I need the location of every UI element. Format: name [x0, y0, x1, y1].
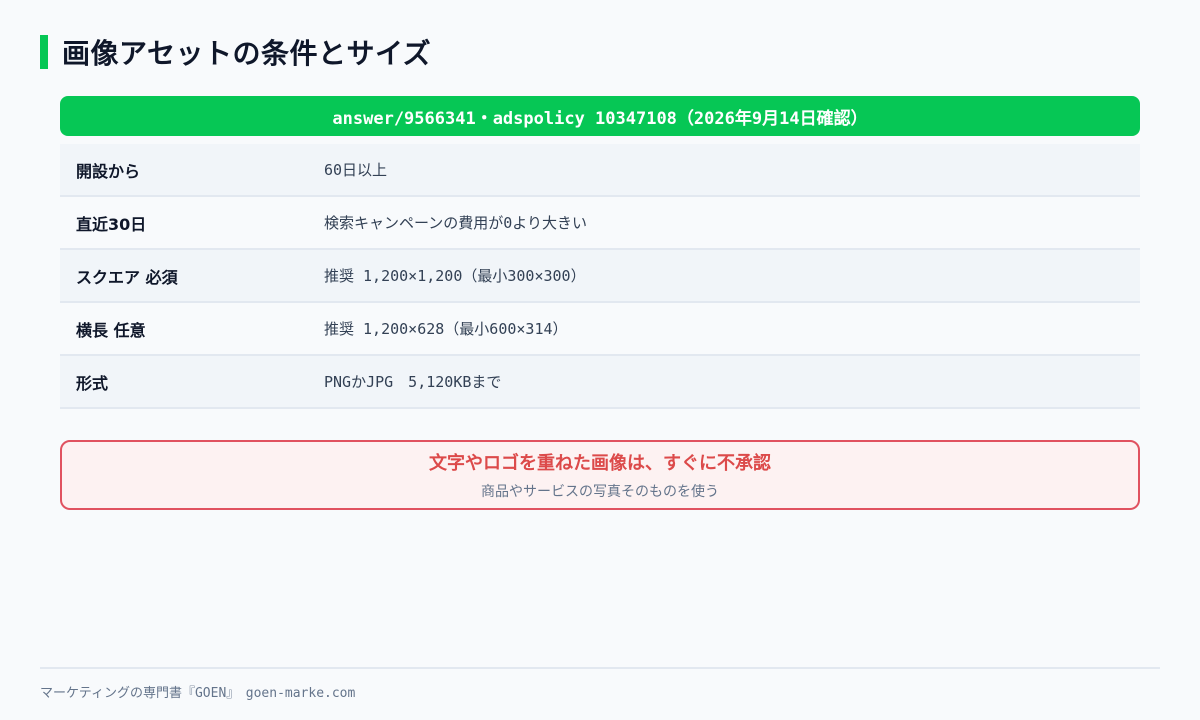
warning-callout: 文字やロゴを重ねた画像は、すぐに不承認 商品やサービスの写真そのものを使う — [60, 440, 1140, 510]
footer-divider — [40, 667, 1160, 669]
row-label: 横長 任意 — [76, 320, 146, 340]
row-value: PNGかJPG 5,120KBまで — [324, 373, 502, 391]
page-title: 画像アセットの条件とサイズ — [62, 37, 432, 70]
table-row: 直近30日 検索キャンペーンの費用が0より大きい — [60, 197, 1140, 250]
row-value: 推奨 1,200×1,200（最小300×300） — [324, 267, 586, 285]
spec-table: 開設から 60日以上 直近30日 検索キャンペーンの費用が0より大きい スクエア… — [60, 144, 1140, 409]
footer-credit: マーケティングの専門書『GOEN』 goen-marke.com — [40, 686, 356, 701]
warning-title: 文字やロゴを重ねた画像は、すぐに不承認 — [429, 453, 771, 474]
row-value: 60日以上 — [324, 161, 388, 179]
page-header: 画像アセットの条件とサイズ — [40, 32, 431, 72]
source-banner: answer/9566341・adspolicy 10347108（2026年9… — [60, 96, 1140, 136]
row-label: スクエア 必須 — [76, 267, 178, 287]
table-row: 形式 PNGかJPG 5,120KBまで — [60, 356, 1140, 409]
page: 画像アセットの条件とサイズ answer/9566341・adspolicy 1… — [0, 0, 1200, 720]
table-row: 横長 任意 推奨 1,200×628（最小600×314） — [60, 303, 1140, 356]
table-row: スクエア 必須 推奨 1,200×1,200（最小300×300） — [60, 250, 1140, 303]
warning-subtitle: 商品やサービスの写真そのものを使う — [481, 484, 719, 500]
row-value: 推奨 1,200×628（最小600×314） — [324, 320, 568, 338]
title-accent-bar — [40, 35, 48, 69]
row-label: 形式 — [76, 373, 109, 393]
row-label: 開設から — [76, 161, 141, 181]
row-value: 検索キャンペーンの費用が0より大きい — [324, 214, 587, 232]
table-row: 開設から 60日以上 — [60, 144, 1140, 197]
row-label: 直近30日 — [76, 214, 147, 234]
